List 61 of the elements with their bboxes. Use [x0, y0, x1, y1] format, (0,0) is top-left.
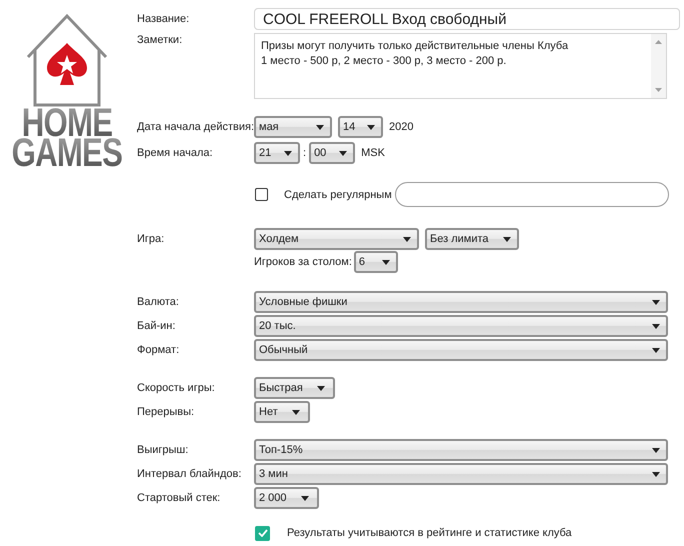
minute-dropdown[interactable]: 00	[309, 142, 356, 164]
field-label: Стартовый стек:	[137, 492, 222, 504]
field-label: Интервал блайндов:	[137, 468, 242, 480]
field-label: Название:	[137, 13, 190, 25]
notes-line: 1 место - 500 р, 2 место - 300 р, 3 место - 200 р.	[261, 54, 508, 69]
month-dropdown[interactable]: мая	[254, 116, 332, 138]
dropdown[interactable]: Быстрая	[254, 377, 335, 399]
recurring-checkbox[interactable]	[255, 188, 268, 201]
logo-text: HOME	[22, 108, 112, 138]
field-label: Время начала:	[137, 147, 214, 159]
field-label: Игра:	[137, 233, 166, 245]
game-dropdown[interactable]: Холдем	[254, 228, 419, 250]
field-label: Бай-ин:	[137, 320, 176, 332]
year-text: 2020	[389, 121, 414, 133]
field-label: Скорость игры:	[137, 382, 216, 394]
notes-line: Призы могут получить только действительные члены Клуба	[261, 39, 570, 54]
checkbox-label: Сделать регулярным	[284, 188, 392, 200]
field-label: Валюта:	[137, 296, 180, 308]
day-dropdown[interactable]: 14	[338, 116, 383, 138]
dropdown-arrow-icon	[292, 410, 300, 414]
scrollbar[interactable]	[651, 34, 666, 98]
dropdown-arrow-icon	[339, 150, 348, 156]
notes-field[interactable]: Призы могут получить только действительные члены Клуба 1 место - 500 р, 2 место - 300 р, 3 место - 200 р.	[254, 33, 667, 99]
time-separator: :	[303, 147, 306, 159]
dropdown-arrow-icon	[652, 348, 660, 352]
dropdown-arrow-icon	[652, 324, 660, 328]
dropdown-arrow-icon	[652, 448, 660, 452]
checkbox-label: Результаты учитываются в рейтинге и статистике клуба	[287, 527, 572, 539]
dropdown-arrow-icon	[403, 236, 411, 242]
results-checkbox[interactable]	[255, 526, 270, 540]
field-label: Заметки:	[137, 33, 184, 46]
dropdown-arrow-icon	[652, 472, 660, 476]
dropdown-arrow-icon	[284, 150, 292, 156]
dropdown[interactable]: Условные фишки	[254, 291, 668, 313]
dropdown-arrow-icon	[300, 496, 309, 500]
dropdown[interactable]: Топ-15%	[254, 439, 668, 461]
dropdown-arrow-icon	[316, 386, 325, 390]
recurrence-field[interactable]	[394, 182, 669, 207]
field-label: Перерывы:	[137, 406, 196, 418]
name-field[interactable]: COOL FREEROLL Вход свободный	[254, 8, 680, 30]
logo-text: GAMES	[12, 138, 122, 168]
dropdown-arrow-icon	[367, 124, 375, 130]
dropdown-arrow-icon	[652, 300, 660, 304]
dropdown-arrow-icon	[316, 124, 324, 130]
dropdown[interactable]: 3 мин	[254, 463, 668, 485]
field-label: Игроков за столом:	[254, 256, 352, 268]
field-label: Формат:	[137, 344, 180, 356]
limit-dropdown[interactable]: Без лимита	[425, 228, 519, 250]
dropdown-arrow-icon	[503, 236, 511, 242]
field-label: Дата начала действия:	[137, 121, 254, 133]
dropdown[interactable]: 2 000	[254, 487, 319, 509]
players-dropdown[interactable]: 6	[354, 251, 398, 273]
field-label: Выигрыш:	[137, 444, 190, 456]
hour-dropdown[interactable]: 21	[254, 142, 300, 164]
dropdown-arrow-icon	[382, 260, 390, 264]
scroll-up-icon[interactable]	[655, 40, 662, 44]
dropdown[interactable]: 20 тыс.	[254, 315, 668, 337]
timezone-text: MSK	[361, 147, 385, 159]
dropdown[interactable]: Нет	[254, 401, 310, 423]
dropdown[interactable]: Обычный	[254, 339, 668, 361]
scroll-down-icon[interactable]	[655, 88, 662, 92]
